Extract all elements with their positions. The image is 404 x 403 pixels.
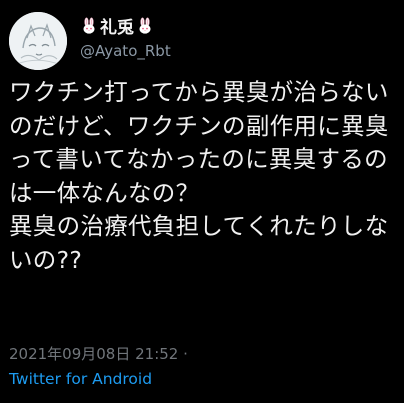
avatar[interactable] bbox=[9, 12, 67, 70]
rabbit-icon bbox=[80, 17, 98, 35]
user-handle[interactable]: @Ayato_Rbt bbox=[80, 42, 171, 60]
tweet-card: 礼兎 @Ayato_Rbt ワクチン打ってから異臭が治らないのだけど、ワクチンの… bbox=[0, 0, 404, 403]
display-name-text: 礼兎 bbox=[100, 18, 134, 38]
display-name[interactable]: 礼兎 bbox=[80, 13, 154, 38]
rabbit-icon bbox=[136, 17, 154, 35]
tweet-source-link[interactable]: Twitter for Android bbox=[9, 370, 152, 388]
tweet-timestamp[interactable]: 2021年09月08日 21:52 · bbox=[9, 343, 188, 364]
tweet-text: ワクチン打ってから異臭が治らないのだけど、ワクチンの副作用に異臭って書いてなかっ… bbox=[9, 78, 389, 274]
avatar-illustration-icon bbox=[9, 12, 67, 70]
